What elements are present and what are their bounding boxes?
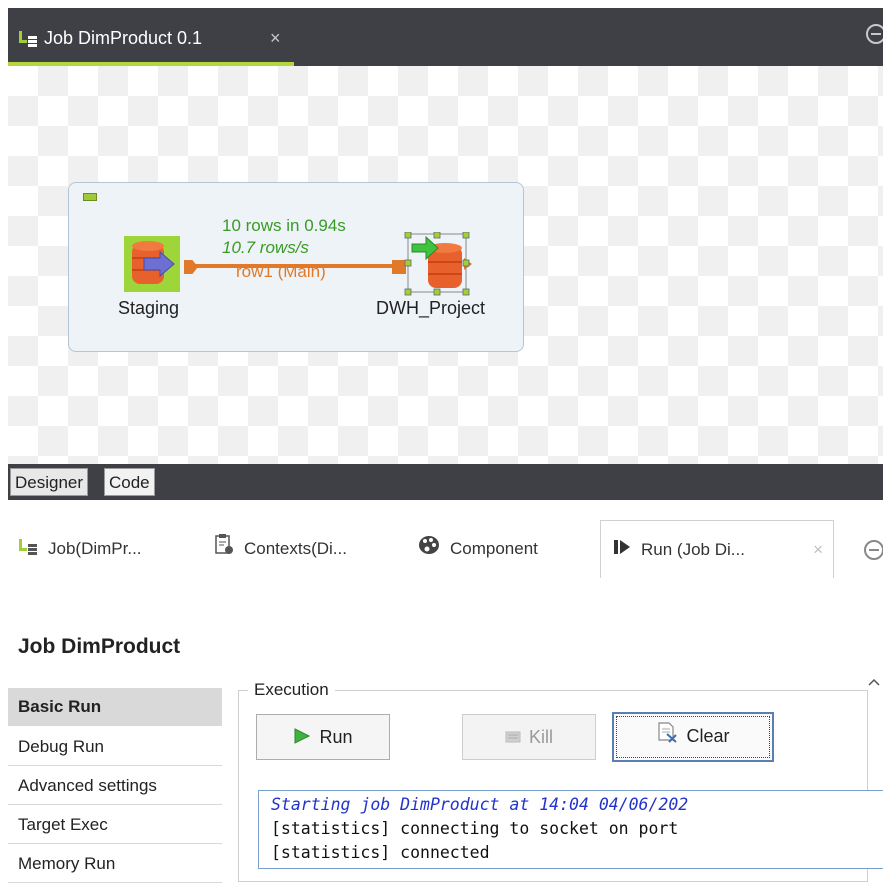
tab-run-label: Run (Job Di... <box>641 540 745 559</box>
editor-tab-bar: Job DimProduct 0.1 × <box>8 8 883 66</box>
designer-code-tab-bar: Designer Code <box>8 464 883 500</box>
nav-debug-run[interactable]: Debug Run <box>8 728 222 766</box>
stop-icon <box>505 716 521 760</box>
run-button[interactable]: Run <box>256 714 390 760</box>
nav-advanced-settings[interactable]: Advanced settings <box>8 767 222 805</box>
contexts-icon <box>214 521 234 579</box>
connection-stats-rate: 10.7 rows/s <box>222 238 309 257</box>
job-icon <box>18 31 38 52</box>
close-icon[interactable]: × <box>813 521 823 579</box>
nav-target-exec[interactable]: Target Exec <box>8 806 222 844</box>
clear-button-label: Clear <box>686 726 730 746</box>
play-icon <box>293 716 311 760</box>
close-icon[interactable]: × <box>270 28 281 49</box>
tab-contexts[interactable]: Contexts(Di... <box>214 520 347 578</box>
editor-tab-job[interactable]: Job DimProduct 0.1 × <box>8 8 294 66</box>
scroll-up-icon[interactable] <box>868 676 883 696</box>
console-line: [statistics] connected <box>271 843 490 862</box>
dwh-project-label: DWH_Project <box>376 298 486 318</box>
execution-legend: Execution <box>248 680 335 700</box>
view-tab-bar: Job(DimPr... Contexts(Di... Component Ru… <box>8 520 883 578</box>
minimize-icon[interactable] <box>866 24 883 44</box>
console-output[interactable]: Starting job DimProduct at 14:04 04/06/2… <box>258 790 883 869</box>
minimize-icon[interactable] <box>864 540 883 560</box>
run-mode-nav: Basic Run Debug Run Advanced settings Ta… <box>8 688 222 883</box>
nav-basic-run[interactable]: Basic Run <box>8 688 222 726</box>
palette-icon <box>418 521 440 579</box>
tab-job[interactable]: Job(DimPr... <box>18 520 142 578</box>
tab-job-label: Job(DimPr... <box>48 539 142 558</box>
designer-canvas[interactable]: Staging DWH_Project 10 rows in 0.94s 10.… <box>8 66 883 464</box>
connection-stats-rows: 10 rows in 0.94s <box>222 216 346 235</box>
clear-icon <box>656 715 678 759</box>
kill-button-label: Kill <box>528 727 553 747</box>
tab-run[interactable]: Run (Job Di... × <box>600 520 834 578</box>
database-input-icon <box>132 241 175 284</box>
console-line: [statistics] connecting to socket on por… <box>271 819 679 838</box>
tab-component[interactable]: Component <box>418 520 538 578</box>
connection-label[interactable]: row1 (Main) <box>236 262 326 282</box>
run-button-label: Run <box>319 727 353 747</box>
dwh-project-component[interactable] <box>404 231 472 296</box>
kill-button[interactable]: Kill <box>462 714 596 760</box>
console-line: Starting job DimProduct at 14:04 04/06/2… <box>271 795 689 814</box>
nav-memory-run[interactable]: Memory Run <box>8 845 222 883</box>
staging-component[interactable] <box>124 236 180 292</box>
database-output-icon <box>404 231 472 296</box>
tab-component-label: Component <box>450 539 538 558</box>
editor-tab-label: Job DimProduct 0.1 <box>44 28 203 48</box>
tab-contexts-label: Contexts(Di... <box>244 539 347 558</box>
clear-button[interactable]: Clear <box>612 712 774 762</box>
staging-label: Staging <box>118 298 180 318</box>
tab-designer[interactable]: Designer <box>10 468 89 496</box>
job-icon <box>18 521 38 579</box>
tab-code[interactable]: Code <box>104 468 155 496</box>
page-title: Job DimProduct <box>18 635 181 658</box>
collapse-subjob-icon[interactable] <box>83 193 97 201</box>
run-view-icon <box>613 522 631 580</box>
